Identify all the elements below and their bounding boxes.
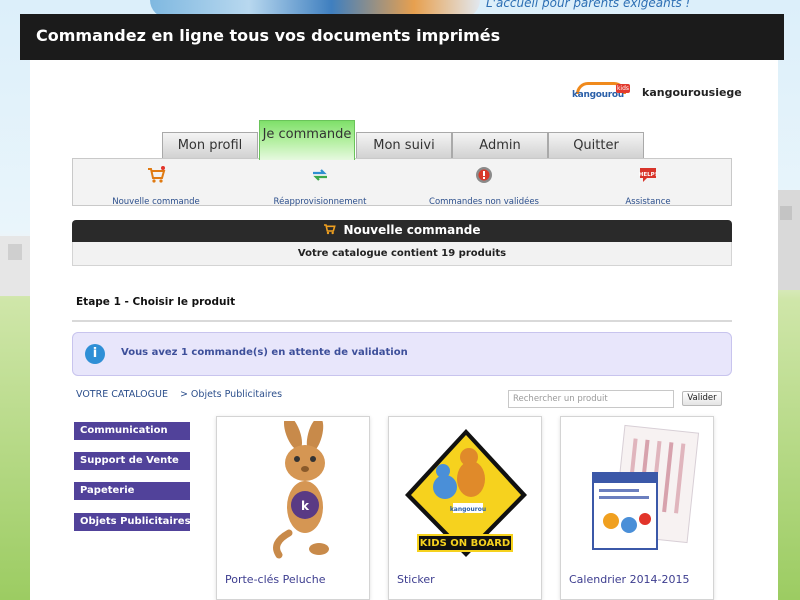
info-icon: i	[85, 344, 105, 364]
username: kangourousiege	[642, 86, 742, 99]
unvalidated-orders-label: Commandes non validées	[429, 197, 539, 207]
sticker-label-plate: KIDS ON BOARD	[417, 534, 513, 552]
background-window	[780, 206, 792, 220]
restock-button[interactable]: Réapprovisionnement	[245, 165, 395, 208]
search-input[interactable]	[508, 390, 674, 408]
assistance-label: Assistance	[625, 197, 671, 207]
category-communication[interactable]: Communication	[74, 422, 190, 440]
catalog-count: Votre catalogue contient 19 produits	[72, 242, 732, 266]
cart-icon	[148, 166, 166, 183]
sticker-label: KIDS ON BOARD	[419, 538, 511, 549]
logo-badge: kids	[616, 84, 630, 93]
new-order-label: Nouvelle commande	[112, 197, 200, 207]
section-title-wrap: Nouvelle commande	[72, 223, 732, 237]
category-papeterie[interactable]: Papeterie	[74, 482, 190, 500]
section-title: Nouvelle commande	[343, 223, 481, 237]
breadcrumb: VOTRE CATALOGUE > Objets Publicitaires	[76, 389, 282, 400]
help-icon: HELP!	[639, 168, 657, 182]
page-title: Commandez en ligne tous vos documents im…	[36, 26, 501, 45]
product-name[interactable]: Porte-clés Peluche	[225, 573, 325, 586]
restock-label: Réapprovisionnement	[273, 197, 367, 207]
unvalidated-orders-button[interactable]: Commandes non validées	[409, 165, 559, 208]
step-title: Etape 1 - Choisir le produit	[76, 296, 236, 308]
category-objets-publicitaires[interactable]: Objets Publicitaires	[74, 513, 191, 531]
breadcrumb-current[interactable]: > Objets Publicitaires	[180, 389, 282, 400]
tab-je-commande[interactable]: Je commande	[259, 120, 355, 160]
background-window	[8, 244, 22, 260]
svg-text:HELP!: HELP!	[639, 172, 657, 178]
breadcrumb-root[interactable]: VOTRE CATALOGUE	[76, 389, 168, 400]
warning-icon	[476, 167, 492, 183]
tab-admin[interactable]: Admin	[452, 132, 548, 160]
new-order-button[interactable]: Nouvelle commande	[81, 165, 231, 208]
plush-keychain-image: k	[273, 421, 329, 559]
category-support-de-vente[interactable]: Support de Vente	[74, 452, 190, 470]
brand-logo[interactable]: kangourou kids	[572, 82, 632, 102]
action-bar: Nouvelle commande Réapprovisionnement Co…	[72, 158, 732, 208]
product-name[interactable]: Sticker	[397, 573, 435, 586]
calendar-image	[592, 424, 700, 550]
product-card[interactable]: kangourou KIDS ON BOARD Sticker	[388, 416, 542, 600]
info-banner: i Vous avez 1 commande(s) en attente de …	[72, 332, 732, 376]
product-name[interactable]: Calendrier 2014-2015	[569, 573, 690, 586]
product-card[interactable]: Calendrier 2014-2015	[560, 416, 714, 600]
info-message: Vous avez 1 commande(s) en attente de va…	[121, 347, 408, 358]
section-header: Nouvelle commande	[72, 220, 732, 242]
cart-icon	[324, 224, 337, 235]
slogan: L'accueil pour parents exigeants !	[486, 0, 691, 10]
svg-text:k: k	[301, 499, 310, 513]
tab-mon-profil[interactable]: Mon profil	[162, 132, 258, 160]
tab-mon-suivi[interactable]: Mon suivi	[356, 132, 452, 160]
assistance-button[interactable]: HELP! Assistance	[573, 165, 723, 208]
product-card[interactable]: k Porte-clés Peluche	[216, 416, 370, 600]
divider	[72, 320, 732, 322]
validate-button[interactable]: Valider	[682, 391, 722, 406]
svg-text:kangourou: kangourou	[450, 506, 486, 513]
refresh-arrows-icon	[313, 169, 327, 181]
tab-quitter[interactable]: Quitter	[548, 132, 644, 160]
header-banner: Commandez en ligne tous vos documents im…	[20, 14, 784, 60]
